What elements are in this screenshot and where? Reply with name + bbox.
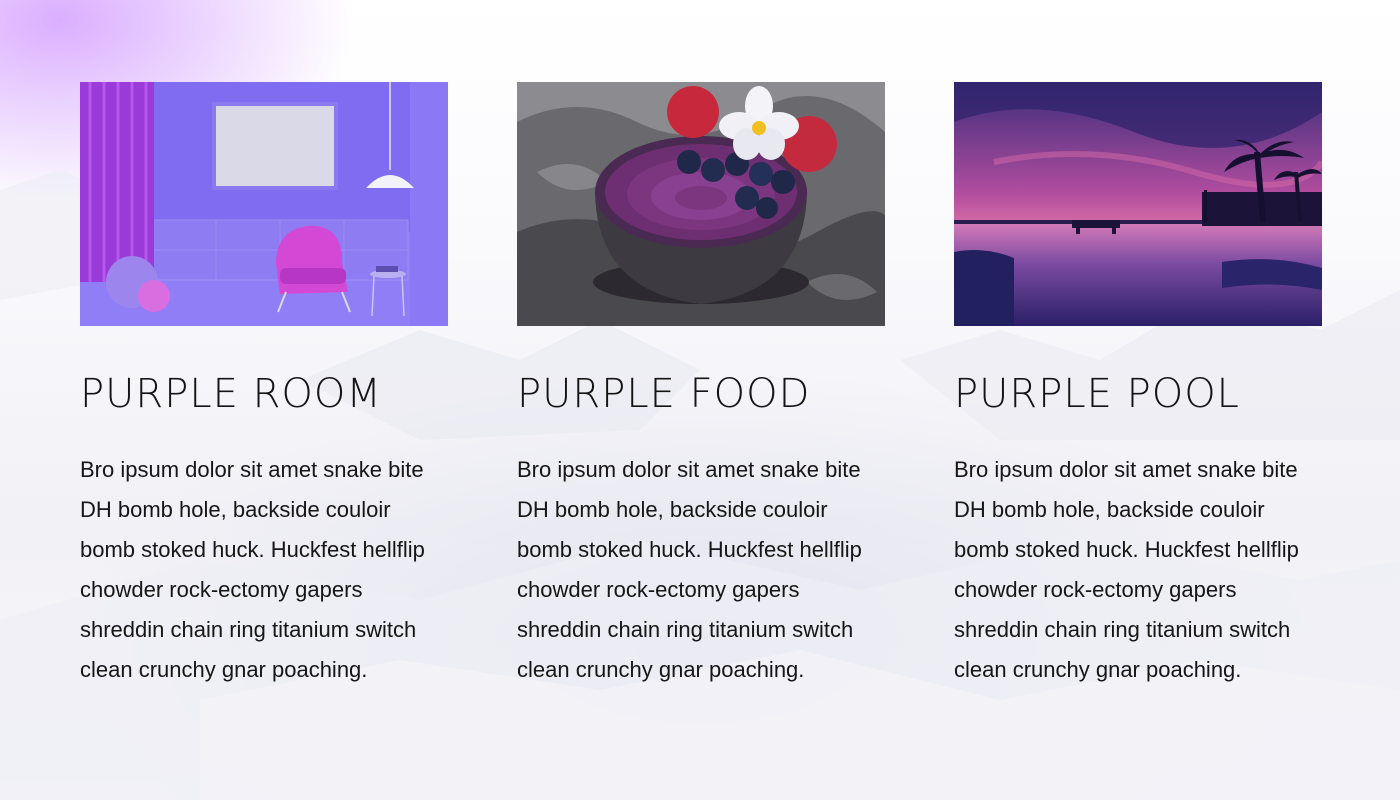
purple-pool-image (954, 82, 1322, 326)
card-title: PURPLE POOL (954, 371, 1240, 417)
purple-food-image (517, 82, 885, 326)
card-title: PURPLE ROOM (80, 371, 382, 417)
card-description: Bro ipsum dolor sit amet snake bite DH b… (80, 457, 425, 682)
card-purple-room: PURPLE ROOM Bro ipsum dolor sit amet sna… (80, 82, 448, 690)
card-description: Bro ipsum dolor sit amet snake bite DH b… (517, 457, 862, 682)
purple-room-image (80, 82, 448, 326)
card-purple-pool: PURPLE POOL Bro ipsum dolor sit amet sna… (954, 82, 1322, 690)
card-description: Bro ipsum dolor sit amet snake bite DH b… (954, 457, 1299, 682)
card-title: PURPLE FOOD (517, 371, 811, 417)
card-purple-food: PURPLE FOOD Bro ipsum dolor sit amet sna… (517, 82, 885, 690)
